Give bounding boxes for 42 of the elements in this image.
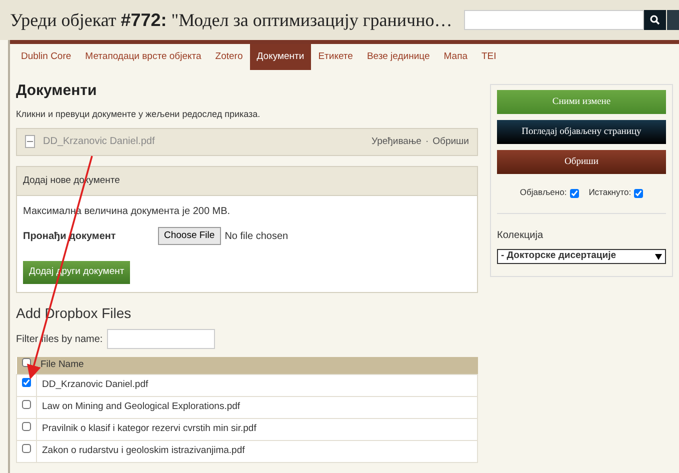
edit-link[interactable]: Уређивање [371, 136, 422, 147]
choose-file-button[interactable]: Choose File [158, 227, 221, 246]
tab[interactable]: Документи [250, 44, 312, 70]
separator-text: · [425, 136, 429, 147]
tab[interactable]: Dublin Core [14, 44, 78, 70]
field-label: Колекција [497, 213, 666, 243]
file-name-cell: Law on Mining and Geological Explorations.pdf [36, 396, 478, 418]
dropdown-arrow-icon [655, 254, 662, 260]
search-field[interactable] [464, 10, 644, 30]
tab[interactable]: Метаподаци врсте објекта [78, 44, 208, 70]
instructions-text: Кликни и превуци документе у жељени редослед приказа. [16, 108, 262, 122]
delete-button[interactable]: Обриши [497, 150, 666, 174]
save-button[interactable]: Сними измене [497, 90, 666, 114]
filter-field[interactable] [106, 329, 215, 350]
tab[interactable]: TEI [474, 44, 504, 70]
row-checkbox[interactable] [22, 400, 31, 409]
checkbox[interactable] [634, 188, 644, 198]
row-checkbox[interactable] [22, 422, 31, 431]
checkbox-label: Истакнуто: [588, 187, 632, 198]
no-file-text: No file chosen [224, 230, 288, 244]
file-name-cell: Pravilnik o klasif i kategor rezervi cvrstih min sir.pdf [36, 418, 478, 440]
delete-link[interactable]: Обриши [432, 136, 469, 147]
file-icon [25, 135, 35, 148]
search-button[interactable] [644, 10, 666, 30]
checkbox-label: Објављено: [520, 187, 567, 198]
column-header: File Name [36, 357, 478, 374]
file-name-cell: DD_Krzanovic Daniel.pdf [36, 374, 478, 396]
file-name-cell: Zakon o rudarstvu i geoloskim istrazivanjima.pdf [36, 440, 478, 462]
tab[interactable]: Zotero [208, 44, 250, 70]
tab[interactable]: Етикете [311, 44, 360, 70]
row-checkbox[interactable] [22, 378, 31, 387]
tab[interactable]: Везе јединице [360, 44, 437, 70]
section-heading: Документи [16, 82, 98, 100]
tab[interactable]: Мапа [436, 44, 474, 70]
collection-select[interactable]: - Докторске дисертације [497, 249, 666, 264]
search-icon [650, 15, 660, 25]
document-name: DD_Krzanovic Daniel.pdf [43, 135, 156, 150]
row-checkbox[interactable] [22, 444, 31, 453]
view-page-button[interactable]: Погледај објављену страницу [497, 120, 666, 144]
select-all-checkbox[interactable] [22, 358, 31, 368]
checkbox[interactable] [570, 188, 579, 198]
page-title: Уреди објекат #772: "Модел за оптимизацију гранично… [10, 8, 454, 32]
